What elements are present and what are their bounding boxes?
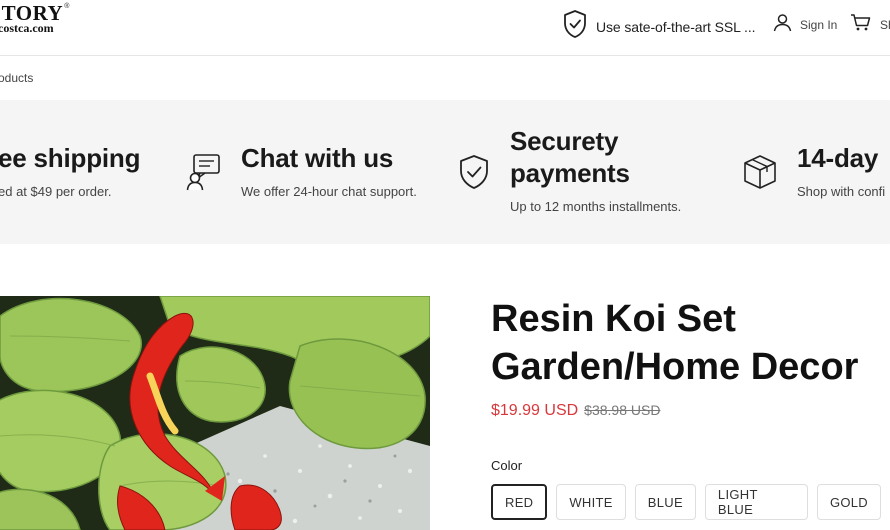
site-header: CTORY® costca.com Use sate-of-the-art SS… (0, 0, 890, 56)
feature-returns: 14-day Shop with confi (797, 142, 885, 199)
feature-title: 14-day (797, 143, 879, 173)
sign-in-link[interactable]: Sign In (773, 13, 837, 37)
cart-label: Sh (880, 18, 890, 32)
breadcrumb[interactable]: roducts (0, 71, 33, 85)
feature-title-line2: payments (510, 158, 630, 188)
original-price: $38.98 USD (584, 402, 661, 418)
product-image[interactable] (0, 296, 430, 530)
ssl-notice[interactable]: Use sate-of-the-art SSL ... (562, 9, 756, 44)
feature-shipping: ee shipping ed at $49 per order. (0, 142, 140, 199)
feature-title: Securety (510, 126, 619, 156)
ssl-notice-text: Use sate-of-the-art SSL ... (596, 18, 756, 35)
color-option-red[interactable]: RED (491, 484, 548, 520)
feature-description: We offer 24-hour chat support. (241, 184, 417, 199)
feature-chat: Chat with us We offer 24-hour chat suppo… (241, 142, 417, 199)
cart-icon (850, 13, 871, 37)
sale-price: $19.99 USD (491, 402, 579, 419)
feature-description: ed at $49 per order. (0, 184, 112, 199)
color-option-light-blue[interactable]: LIGHT BLUE (704, 484, 808, 520)
site-logo[interactable]: CTORY® costca.com (0, 3, 70, 35)
koi-garden-photo (0, 296, 430, 530)
color-option-blue[interactable]: BLUE (634, 484, 696, 520)
color-option-white[interactable]: WHITE (556, 484, 626, 520)
feature-title: Chat with us (241, 143, 394, 173)
feature-payments: Securety payments Up to 12 months instal… (510, 125, 681, 214)
user-icon (773, 13, 792, 37)
box-icon (742, 153, 778, 196)
shield-check-icon (457, 153, 493, 196)
product-title-line2: Garden/Home Decor (491, 346, 859, 388)
feature-description: Shop with confi (797, 184, 886, 199)
cart-link[interactable]: Sh (850, 13, 890, 37)
feature-title: ee shipping (0, 143, 141, 173)
product-title: Resin Koi Set Garden/Home Decor (491, 295, 890, 391)
sign-in-label: Sign In (800, 18, 838, 32)
color-option-gold[interactable]: GOLD (816, 484, 881, 520)
chat-support-icon (186, 153, 222, 196)
color-label: Color (491, 458, 523, 473)
color-options: RED WHITE BLUE LIGHT BLUE GOLD (491, 484, 890, 520)
shield-check-icon (562, 9, 588, 44)
logo-registered-mark: ® (64, 3, 70, 10)
product-price: $19.99 USD $38.98 USD (491, 402, 660, 420)
product-title-line1: Resin Koi Set (491, 298, 736, 340)
feature-description: Up to 12 months installments. (510, 199, 682, 214)
features-strip: ee shipping ed at $49 per order. Chat wi… (0, 100, 890, 244)
